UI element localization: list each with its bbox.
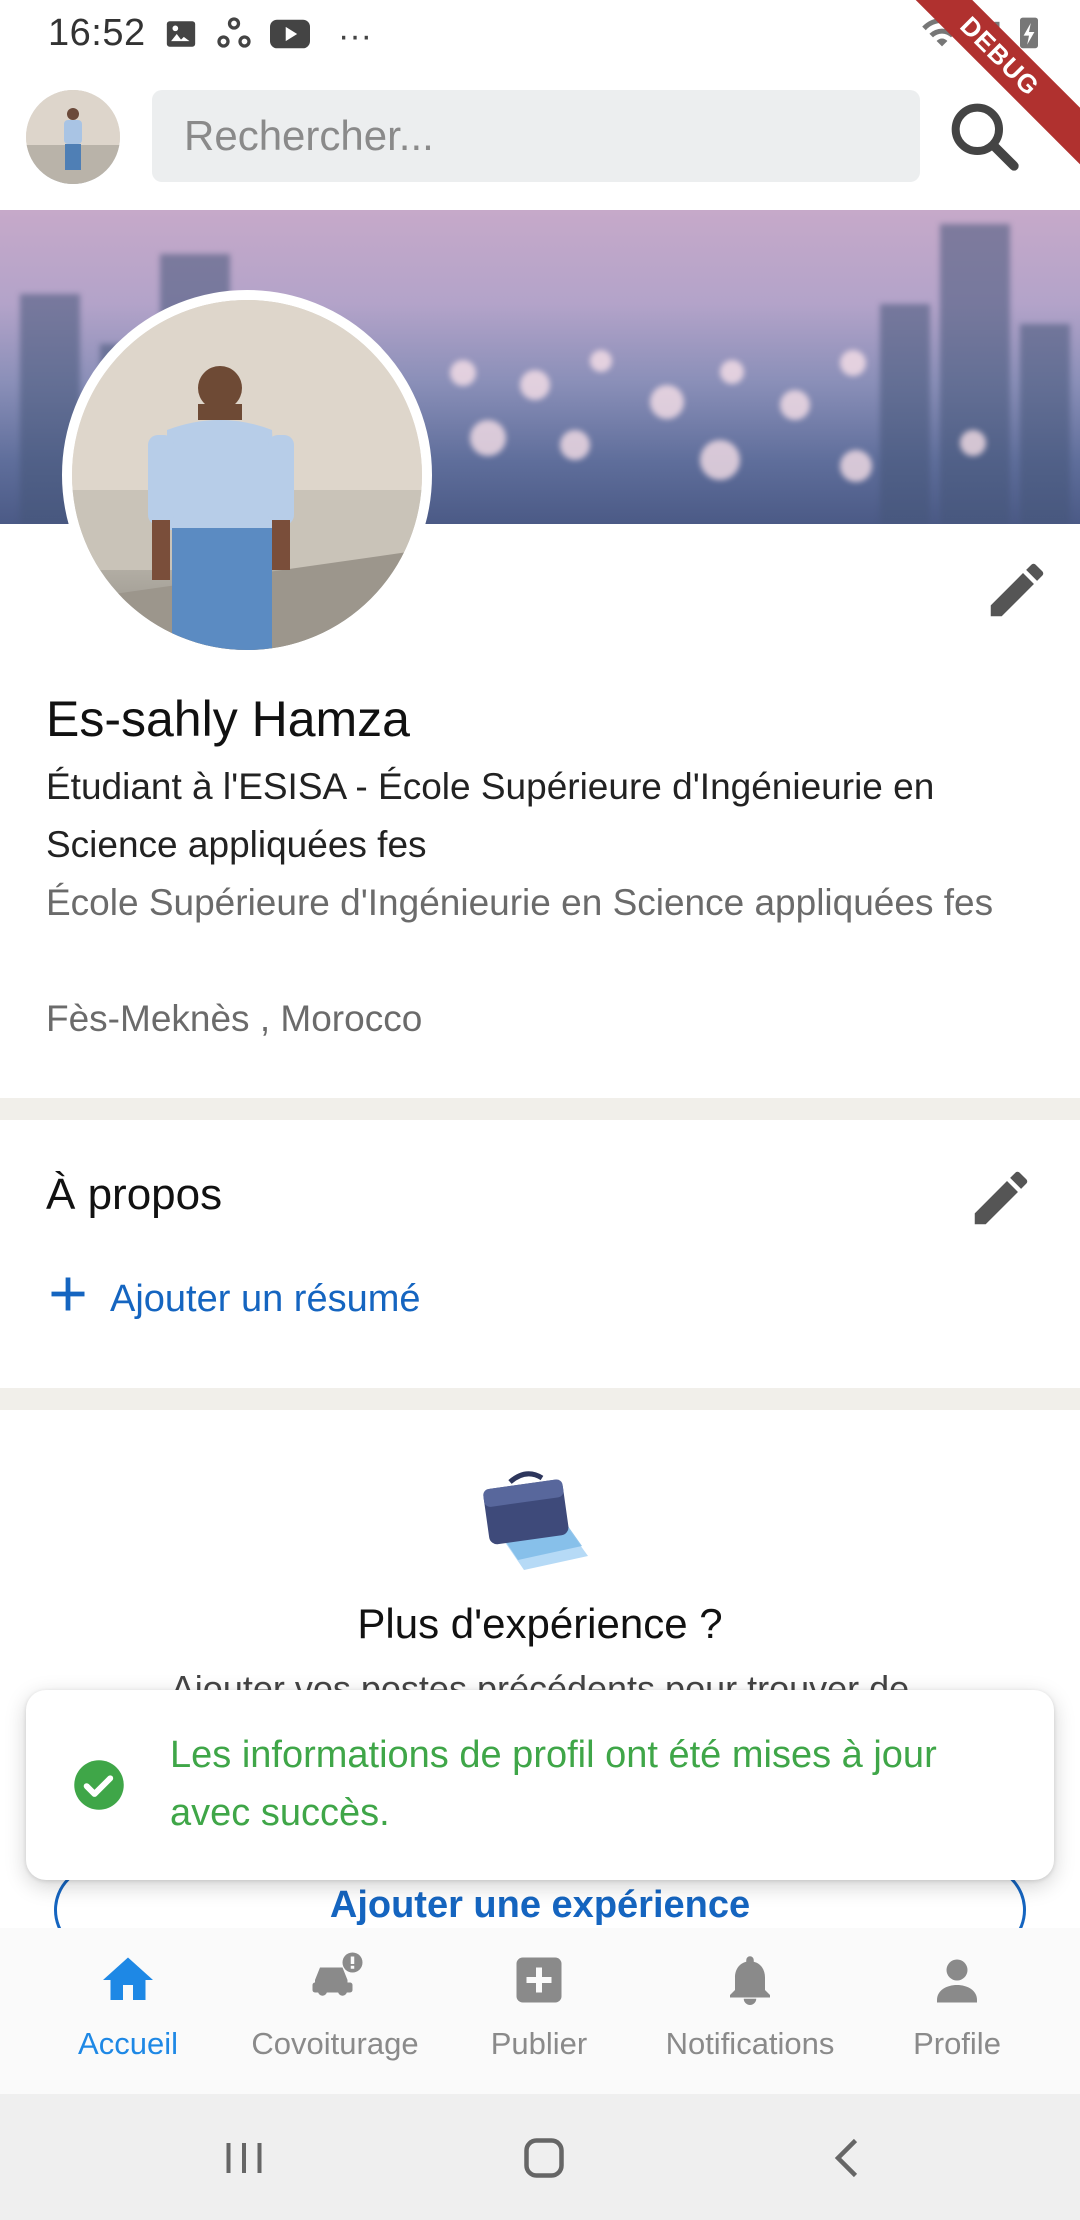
home-icon <box>98 1950 158 2010</box>
sync-icon <box>216 16 252 57</box>
status-notification-icons: ··· <box>164 16 372 57</box>
profile-photo[interactable] <box>62 290 432 660</box>
add-box-icon <box>509 1950 569 2010</box>
briefcase-icon <box>476 1460 594 1578</box>
profile-school: École Supérieure d'Ingénieurie en Scienc… <box>46 882 994 923</box>
search-icon[interactable] <box>944 96 1024 176</box>
profile-name: Es-sahly Hamza <box>46 691 410 747</box>
bottom-navigation: Accueil Covoiturage Publier Notification… <box>0 1928 1080 2094</box>
search-input[interactable] <box>152 90 920 182</box>
avatar[interactable] <box>26 90 120 184</box>
nav-label: Covoiturage <box>251 2026 419 2061</box>
car-alert-icon <box>305 1950 365 2010</box>
top-app-bar <box>0 66 1080 210</box>
edit-about-pencil-icon[interactable] <box>966 1163 1036 1233</box>
about-title: À propos <box>46 1170 223 1219</box>
nav-item-publier[interactable]: Publier <box>439 1928 639 2094</box>
nav-item-covoiturage[interactable]: Covoiturage <box>235 1928 435 2094</box>
back-icon[interactable] <box>818 2128 878 2188</box>
youtube-icon <box>270 18 310 55</box>
success-snackbar: Les informations de profil ont été mises… <box>26 1690 1054 1880</box>
plus-icon <box>46 1272 90 1326</box>
bell-icon <box>720 1950 780 2010</box>
experience-title: Plus d'expérience ? <box>357 1600 723 1647</box>
person-icon <box>927 1950 987 2010</box>
add-summary-button[interactable]: Ajouter un résumé <box>46 1272 421 1326</box>
status-bar: 16:52 ··· <box>0 0 1080 66</box>
nav-item-accueil[interactable]: Accueil <box>28 1928 228 2094</box>
profile-headline: Étudiant à l'ESISA - École Supérieure d'… <box>46 766 935 865</box>
system-navigation-bar <box>0 2094 1080 2220</box>
recent-apps-icon[interactable] <box>214 2128 274 2188</box>
snackbar-message: Les informations de profil ont été mises… <box>170 1734 937 1834</box>
status-time: 16:52 <box>48 12 146 54</box>
edit-profile-pencil-icon[interactable] <box>982 555 1052 625</box>
section-divider <box>0 1388 1080 1410</box>
profile-location: Fès-Meknès , Morocco <box>46 998 423 1039</box>
section-divider <box>0 1098 1080 1120</box>
nav-item-notifications[interactable]: Notifications <box>650 1928 850 2094</box>
gallery-icon <box>164 17 198 56</box>
check-circle-icon <box>72 1758 126 1812</box>
nav-label: Accueil <box>78 2026 178 2061</box>
nav-item-profile[interactable]: Profile <box>857 1928 1057 2094</box>
home-button-icon[interactable] <box>514 2128 574 2188</box>
nav-label: Publier <box>490 2026 588 2061</box>
add-experience-label: Ajouter une expérience <box>329 1884 751 1926</box>
overflow-dots: ··· <box>338 17 372 55</box>
nav-label: Notifications <box>665 2026 835 2061</box>
search-bar <box>152 90 920 182</box>
add-summary-label: Ajouter un résumé <box>110 1277 421 1320</box>
nav-label: Profile <box>913 2026 1001 2061</box>
